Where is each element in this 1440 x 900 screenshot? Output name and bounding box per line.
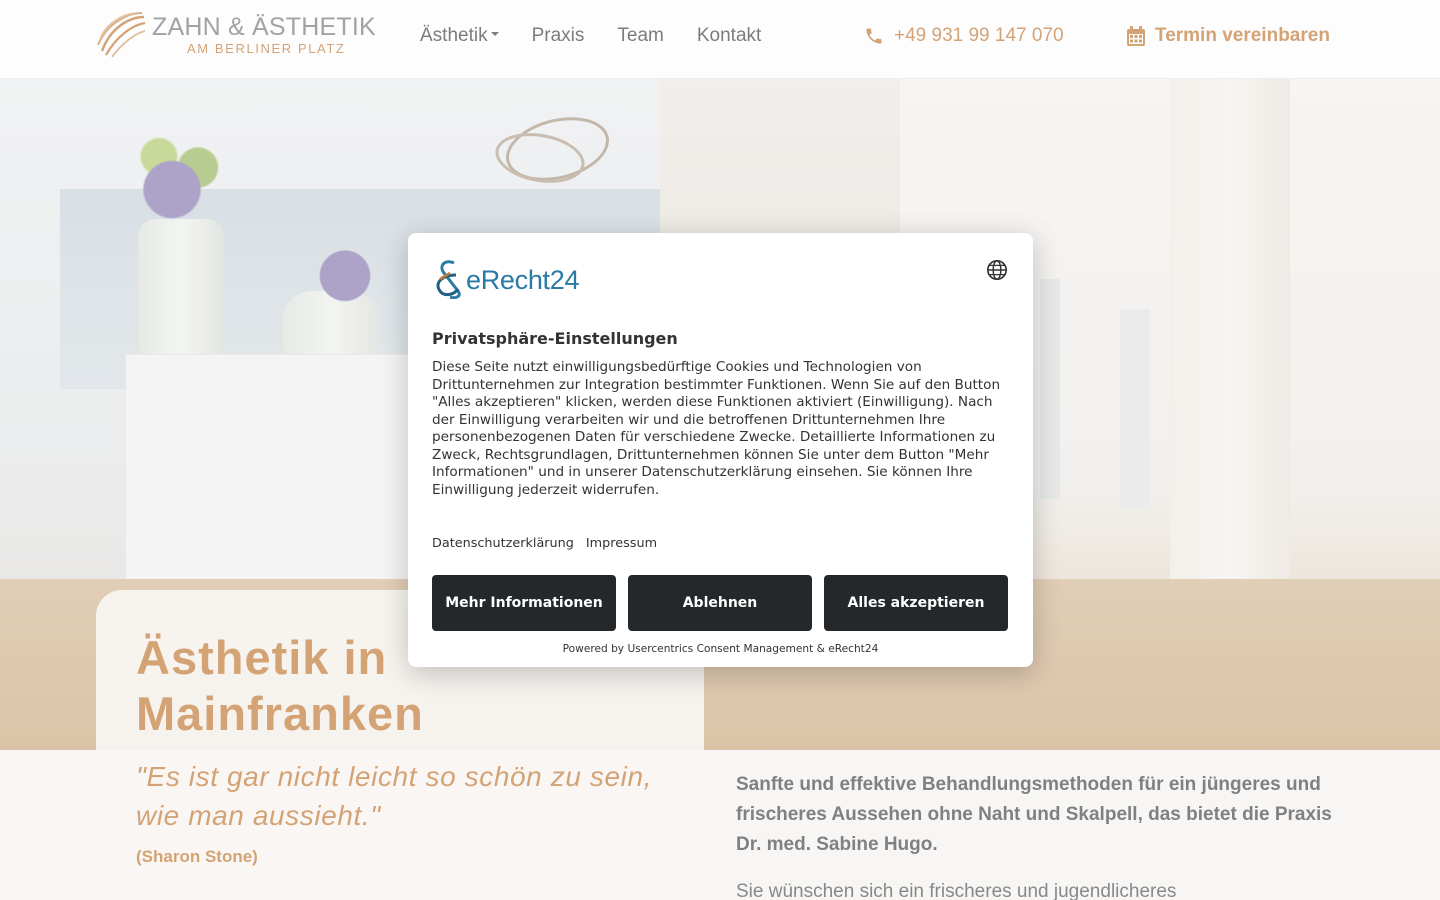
imprint-link[interactable]: Impressum [586,536,657,551]
erecht24-ampersand-icon [436,260,461,299]
powered-by-note: Powered by Usercentrics Consent Manageme… [562,643,879,655]
accept-all-button[interactable]: Alles akzeptieren [824,575,1008,631]
decline-button[interactable]: Ablehnen [628,575,812,631]
erecht24-logo: eRecht24 [432,259,597,299]
more-info-button[interactable]: Mehr Informationen [432,575,616,631]
globe-icon[interactable] [986,259,1008,281]
consent-links: Datenschutzerklärung Impressum [432,536,657,551]
privacy-policy-link[interactable]: Datenschutzerklärung [432,536,574,551]
consent-text: Diese Seite nutzt einwilligungsbedürftig… [432,359,1001,498]
consent-buttons: Mehr Informationen Ablehnen Alles akzept… [432,575,1008,631]
erecht24-wordmark: eRecht24 [466,265,580,295]
consent-dialog: eRecht24 Privatsphäre-Einstellungen Dies… [408,233,1033,667]
consent-title: Privatsphäre-Einstellungen [432,329,678,348]
